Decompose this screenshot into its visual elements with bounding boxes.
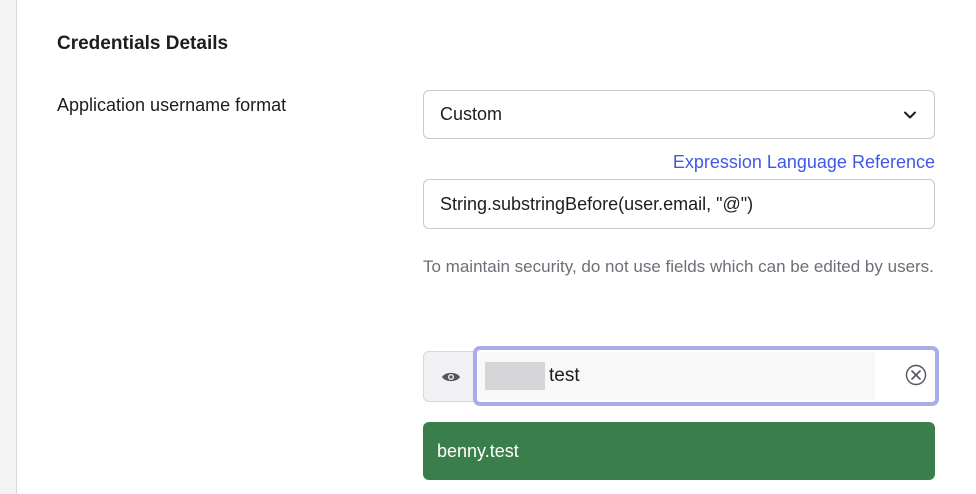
preview-user-input[interactable]: test (473, 346, 939, 406)
username-format-label: Application username format (57, 95, 287, 115)
security-help-text: To maintain security, do not use fields … (423, 257, 934, 276)
expression-input[interactable]: String.substringBefore(user.email, "@") (423, 179, 935, 229)
preview-input-value: test (549, 365, 580, 386)
redacted-text (485, 362, 545, 390)
clear-icon[interactable] (905, 364, 927, 386)
preview-result: benny.test (423, 422, 935, 480)
select-value: Custom (440, 104, 503, 124)
eye-icon (441, 372, 460, 381)
reveal-button[interactable] (423, 351, 477, 402)
expression-value: String.substringBefore(user.email, "@") (440, 193, 754, 214)
chevron-down-icon (904, 111, 916, 119)
username-format-select[interactable]: Custom (423, 90, 935, 139)
expression-language-reference-link[interactable]: Expression Language Reference (673, 152, 935, 173)
section-title: Credentials Details (57, 33, 229, 54)
credentials-panel (16, 0, 976, 494)
preview-input-field[interactable]: test (479, 352, 875, 400)
